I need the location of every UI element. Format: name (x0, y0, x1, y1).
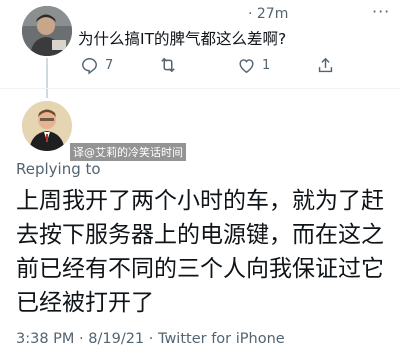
tweet-text-line: 已经被打开了 (16, 290, 154, 316)
reply-icon (80, 56, 99, 75)
tweet-text-line: 前已经有不同的三个人向我保证过它 (16, 256, 384, 282)
thread-line (46, 58, 48, 98)
tweet-time[interactable]: · 27m (248, 6, 288, 22)
parent-tweet: · 27m ··· 为什么搞IT的脾气都这么差啊? 7 1 (0, 0, 400, 98)
more-options-icon[interactable]: ··· (372, 2, 390, 21)
avatar[interactable] (22, 101, 72, 151)
tweet-source[interactable]: Twitter for iPhone (158, 331, 285, 347)
tweet-meta: 3:38 PM · 8/19/21 · Twitter for iPhone (16, 331, 285, 347)
tweet-text: 上周我开了两个小时的车，就为了赶 去按下服务器上的电源键，而在这之 前已经有不同… (16, 184, 396, 320)
heart-icon (237, 56, 256, 75)
like-count: 1 (262, 57, 271, 73)
like-button[interactable]: 1 (237, 55, 270, 75)
retweet-button[interactable] (158, 55, 178, 75)
tweet-actions: 7 1 (80, 55, 380, 75)
tweet-text-line: 去按下服务器上的电源键，而在这之 (16, 222, 384, 248)
tweet-text: 为什么搞IT的脾气都这么差啊? (78, 30, 287, 48)
share-button[interactable] (316, 55, 335, 75)
divider (0, 88, 400, 89)
share-icon (316, 56, 335, 75)
watermark: 译@艾莉的冷笑话时间 (70, 143, 186, 161)
replying-to-label: Replying to (16, 160, 101, 178)
reply-count: 7 (105, 57, 114, 73)
retweet-icon (158, 55, 178, 75)
tweet-timestamp[interactable]: 3:38 PM · 8/19/21 · (16, 331, 153, 347)
reply-button[interactable]: 7 (80, 55, 113, 75)
avatar[interactable] (22, 6, 72, 56)
tweet-text-line: 上周我开了两个小时的车，就为了赶 (16, 188, 384, 214)
